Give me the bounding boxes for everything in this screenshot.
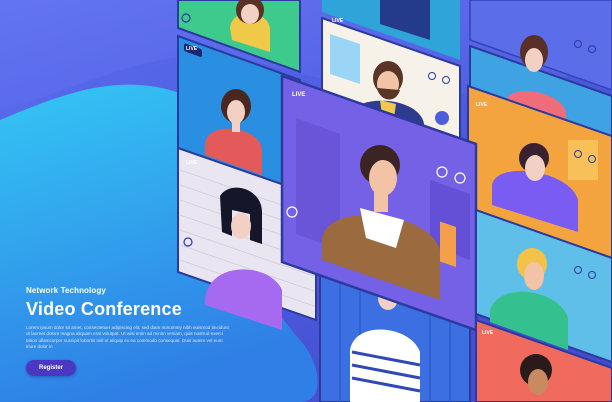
live-badge-left-brick: LIVE (186, 160, 198, 166)
hero-body: Lorem ipsum dolor sit amet, consectetuer… (26, 325, 229, 350)
register-button[interactable]: Register (26, 360, 76, 376)
hero-text-block: Network Technology Video Conference Lore… (26, 286, 236, 351)
live-badge-bottom-right: LIVE (482, 330, 494, 336)
hero-subtitle: Network Technology (26, 286, 106, 295)
live-badge-presenter: LIVE (332, 18, 344, 24)
live-badge-mid-left: LIVE (186, 46, 198, 52)
live-badge-main: LIVE (292, 92, 305, 98)
live-badge-right-middle: LIVE (476, 102, 488, 108)
hero-title: Video Conference (26, 299, 182, 319)
